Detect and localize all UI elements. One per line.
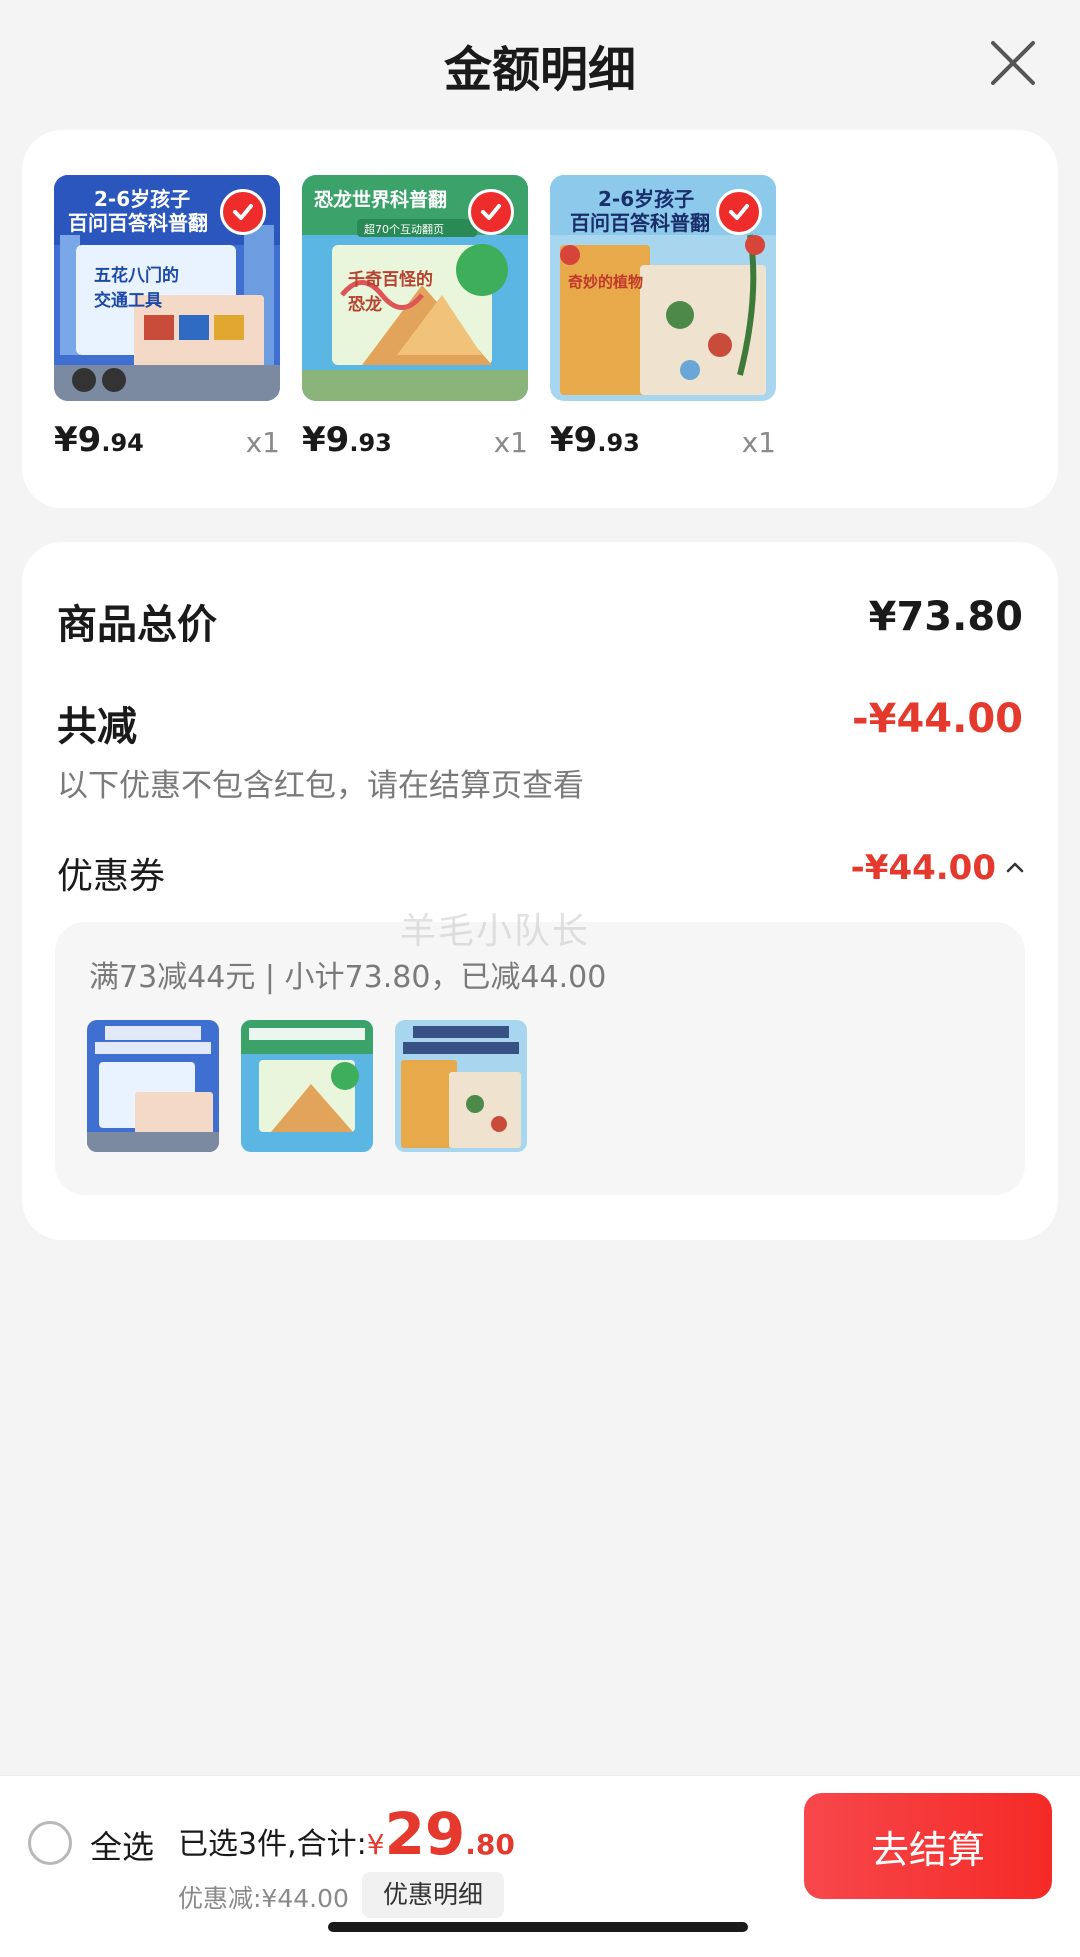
cover-book-title: 奇妙的植物 — [568, 273, 644, 291]
cover-subtitle: 百问百答科普翻 — [68, 211, 208, 235]
total-currency: ¥ — [366, 1828, 385, 1861]
selected-summary: 已选3件,合计:¥29.80 — [178, 1800, 515, 1868]
checkout-button[interactable]: 去结算 — [804, 1793, 1052, 1899]
coupon-detail-box: 满73减44元 | 小计73.80，已减44.00 — [55, 922, 1025, 1195]
cover-book-title: 千奇百怪的恐龙 — [348, 270, 433, 315]
product-image: 2-6岁孩子 百问百答科普翻 五花八门的交通工具 — [54, 175, 280, 401]
sheet-header: 金额明细 — [0, 0, 1080, 130]
book-cover-dinosaur — [241, 1020, 373, 1152]
discount-detail-button[interactable]: 优惠明细 — [362, 1872, 504, 1918]
product-item[interactable]: 恐龙世界科普翻 超70个互动翻页 千奇百怪的恐龙 ¥9.93 x1 — [302, 175, 528, 460]
reduce-label: 共减 — [57, 704, 137, 750]
product-qty: x1 — [493, 426, 528, 459]
chevron-up-icon — [1006, 862, 1024, 873]
total-value: ¥73.80 — [868, 594, 1023, 640]
price-row: ¥9.94 x1 — [54, 420, 280, 470]
product-item[interactable]: 2-6岁孩子 百问百答科普翻 奇妙的植物 ¥9.93 x1 — [550, 175, 776, 460]
total-integer: 29 — [384, 1800, 466, 1868]
discount-amount: 优惠减:¥44.00 — [178, 1884, 349, 1913]
summary-card: 商品总价 ¥73.80 共减 -¥44.00 以下优惠不包含红包，请在结算页查看… — [22, 542, 1058, 1240]
coupon-product-thumb — [87, 1020, 219, 1152]
cover-subtitle: 超70个互动翻页 — [364, 223, 444, 236]
check-icon — [729, 204, 749, 220]
close-button[interactable] — [985, 35, 1041, 91]
coupon-toggle[interactable]: -¥44.00 — [851, 848, 1026, 888]
cover-subtitle: 百问百答科普翻 — [570, 211, 710, 235]
total-label: 商品总价 — [57, 602, 217, 648]
price-row: ¥9.93 x1 — [550, 420, 776, 470]
reduce-value: -¥44.00 — [852, 696, 1023, 742]
product-price: ¥9.93 — [302, 420, 392, 460]
total-decimal: .80 — [465, 1828, 515, 1861]
selected-check[interactable] — [468, 189, 514, 235]
watermark: 羊毛小队长 — [400, 911, 591, 952]
home-indicator[interactable] — [328, 1922, 748, 1932]
product-item[interactable]: 2-6岁孩子 百问百答科普翻 五花八门的交通工具 ¥9.94 x1 — [54, 175, 280, 460]
selected-count-text: 已选3件,合计: — [178, 1827, 367, 1862]
book-cover-transport — [87, 1020, 219, 1152]
products-card: 2-6岁孩子 百问百答科普翻 五花八门的交通工具 ¥9.94 x1 恐龙世界科普… — [22, 130, 1058, 508]
product-image: 恐龙世界科普翻 超70个互动翻页 千奇百怪的恐龙 — [302, 175, 528, 401]
price-row: ¥9.93 x1 — [302, 420, 528, 470]
discount-note: 以下优惠不包含红包，请在结算页查看 — [57, 768, 584, 804]
coupon-product-thumb — [395, 1020, 527, 1152]
product-qty: x1 — [245, 426, 280, 459]
product-price: ¥9.94 — [54, 420, 144, 460]
close-icon — [991, 41, 1035, 85]
cover-title: 恐龙世界科普翻 — [314, 189, 448, 211]
check-icon — [233, 204, 253, 220]
coupon-label: 优惠券 — [57, 856, 166, 897]
selected-check[interactable] — [716, 189, 762, 235]
product-image: 2-6岁孩子 百问百答科普翻 奇妙的植物 — [550, 175, 776, 401]
page-title: 金额明细 — [443, 42, 636, 98]
cover-book-title: 五花八门的交通工具 — [94, 266, 179, 311]
select-all-radio[interactable] — [28, 1821, 72, 1865]
coupon-value: -¥44.00 — [850, 848, 996, 888]
check-icon — [481, 204, 501, 220]
select-all-label[interactable]: 全选 — [90, 1822, 154, 1868]
product-price: ¥9.93 — [550, 420, 640, 460]
book-cover-plants — [395, 1020, 527, 1152]
product-qty: x1 — [741, 426, 776, 459]
coupon-product-thumb — [241, 1020, 373, 1152]
coupon-description: 满73减44元 | 小计73.80，已减44.00 — [89, 960, 607, 995]
selected-check[interactable] — [220, 189, 266, 235]
